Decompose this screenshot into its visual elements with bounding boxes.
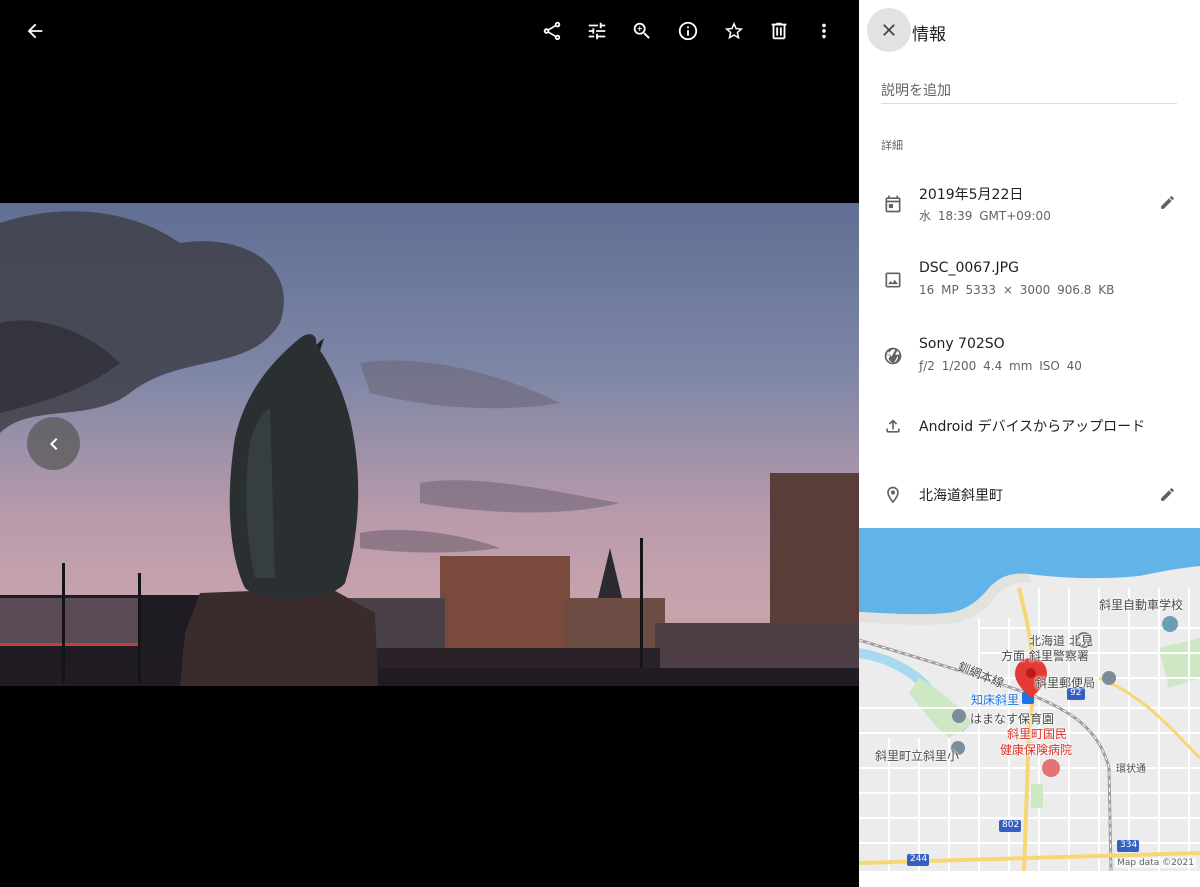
calendar-icon [883,194,903,214]
edit-location-button[interactable] [1159,486,1177,504]
file-name: DSC_0067.JPG [919,260,1019,276]
favorite-button[interactable] [717,14,751,48]
upload-source: Android デバイスからアップロード [919,419,1146,435]
location-pin-icon [883,485,903,505]
time-text: 水 18:39 GMT+09:00 [919,209,1051,223]
location-name: 北海道斜里町 [919,488,1003,504]
map-label: 802 [1002,820,1020,830]
star-icon [724,21,744,40]
map-label: 斜里郵便局 [1035,676,1096,690]
location-row: 北海道斜里町 [859,482,1200,512]
map-label: 92 [1070,688,1082,698]
map-attribution: Map data ©2021 [1115,858,1196,868]
date-row: 2019年5月22日 水 18:39 GMT+09:00 [859,182,1200,232]
close-info-button[interactable] [867,8,911,52]
edit-adjust-button[interactable] [580,14,614,48]
info-icon [678,21,698,41]
camera-settings: ƒ/2 1/200 4.4 mm ISO 40 [919,359,1082,373]
image-icon [883,270,903,290]
map-label: 環状通 [1116,764,1146,775]
edit-date-button[interactable] [1159,194,1177,212]
zoom-in-icon [633,22,650,39]
panel-title: 情報 [912,25,946,45]
delete-icon [771,22,787,40]
camera-aperture-icon [883,346,903,366]
close-icon [883,24,895,36]
map-label: 知床斜里 [971,693,1020,707]
share-icon [543,21,561,41]
camera-model: Sony 702SO [919,336,1005,352]
details-heading: 詳細 [881,139,903,152]
photo-viewer [0,0,859,887]
arrow-back-icon [27,23,43,39]
info-button[interactable] [671,14,705,48]
map-label: 斜里町国民 [1007,727,1068,741]
chevron-left-icon [49,437,57,450]
pencil-icon [1161,488,1174,501]
map-label: 斜里自動車学校 [1099,598,1184,612]
upload-row: Android デバイスからアップロード [859,413,1200,443]
map-label: 斜里町立斜里小 [875,749,960,763]
map-label: 健康保険病院 [1000,743,1073,757]
date-text: 2019年5月22日 [919,187,1024,203]
map-label: 方面 斜里警察署 [1001,649,1089,663]
share-button[interactable] [535,14,569,48]
zoom-in-button[interactable] [625,14,659,48]
tune-icon [588,22,606,40]
more-vert-icon [822,23,826,39]
previous-photo-button[interactable] [27,417,80,470]
photo [0,203,859,686]
more-options-button[interactable] [807,14,841,48]
location-map[interactable]: 斜里自動車学校 北海道 北見 方面 斜里警察署 釧網本線 斜里郵便局 知床斜里 … [859,528,1200,871]
upload-icon [883,416,903,436]
info-panel: 情報 詳細 2019年5月22日 水 18:39 GMT+09:00 DSC_0… [859,0,1200,887]
delete-button[interactable] [762,14,796,48]
camera-row: Sony 702SO ƒ/2 1/200 4.4 mm ISO 40 [859,334,1200,384]
map-label: 334 [1120,840,1138,850]
pencil-icon [1161,196,1174,209]
file-row: DSC_0067.JPG 16 MP 5333 × 3000 906.8 KB [859,258,1200,308]
map-label: 244 [910,854,928,864]
file-details: 16 MP 5333 × 3000 906.8 KB [919,283,1115,297]
back-button[interactable] [18,14,52,48]
description-input[interactable] [881,78,1177,104]
